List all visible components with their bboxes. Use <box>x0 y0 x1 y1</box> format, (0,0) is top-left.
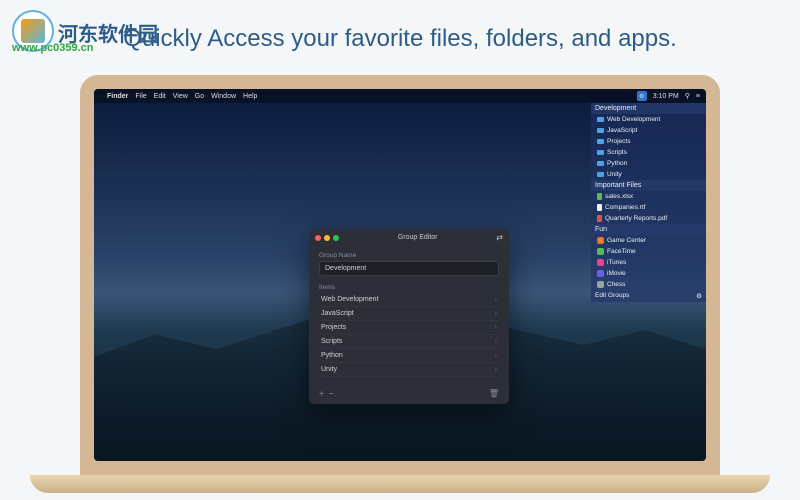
group-header-development[interactable]: Development <box>591 103 706 114</box>
group-editor-window: Group Editor ⇄ Group Name Development It… <box>309 229 509 404</box>
settings-icon[interactable]: ⚙ <box>696 292 702 300</box>
laptop-base <box>30 475 770 493</box>
chevron-right-icon: › <box>495 310 497 317</box>
sidebar-item[interactable]: JavaScript <box>591 125 706 136</box>
quick-access-panel: Development Web Development JavaScript P… <box>591 103 706 302</box>
editor-title: Group Editor <box>339 234 496 241</box>
sidebar-item[interactable]: sales.xlsx <box>591 191 706 202</box>
edit-groups-button[interactable]: Edit Groups <box>595 292 629 300</box>
menubar-app-icon[interactable]: ⚙ <box>637 91 647 101</box>
facetime-icon <box>597 248 604 255</box>
list-item[interactable]: JavaScript› <box>319 307 499 321</box>
folder-icon <box>597 139 604 144</box>
gamecenter-icon <box>597 237 604 244</box>
items-label: Items <box>319 284 499 291</box>
add-item-button[interactable]: + <box>319 389 324 398</box>
menu-help[interactable]: Help <box>243 93 257 100</box>
chess-icon <box>597 281 604 288</box>
chevron-right-icon: › <box>495 296 497 303</box>
sidebar-item[interactable]: Game Center <box>591 235 706 246</box>
spotlight-icon[interactable]: ⚲ <box>685 92 690 100</box>
menubar: Finder File Edit View Go Window Help ⚙ 3… <box>94 89 706 103</box>
list-item[interactable]: Unity› <box>319 363 499 377</box>
group-header-fun[interactable]: Fun <box>591 224 706 235</box>
folder-icon <box>597 172 604 177</box>
desktop-screen: Finder File Edit View Go Window Help ⚙ 3… <box>94 89 706 461</box>
menu-file[interactable]: File <box>135 93 146 100</box>
menu-go[interactable]: Go <box>195 93 204 100</box>
list-item[interactable]: Projects› <box>319 321 499 335</box>
sidebar-item[interactable]: Python <box>591 158 706 169</box>
sidebar-item[interactable]: Unity <box>591 169 706 180</box>
window-traffic-lights[interactable] <box>315 235 339 241</box>
nav-arrows-icon[interactable]: ⇄ <box>496 233 503 242</box>
group-name-label: Group Name <box>319 252 499 259</box>
folder-icon <box>597 150 604 155</box>
sidebar-item[interactable]: Scripts <box>591 147 706 158</box>
sidebar-item[interactable]: iMovie <box>591 268 706 279</box>
sidebar-item[interactable]: Projects <box>591 136 706 147</box>
site-url: www.pc0359.cn <box>12 42 94 54</box>
chevron-right-icon: › <box>495 338 497 345</box>
pdf-icon <box>597 215 602 222</box>
group-name-input[interactable]: Development <box>319 261 499 276</box>
chevron-right-icon: › <box>495 324 497 331</box>
laptop-mockup: Finder File Edit View Go Window Help ⚙ 3… <box>80 75 720 493</box>
sidebar-item[interactable]: iTunes <box>591 257 706 268</box>
list-item[interactable]: Web Development› <box>319 293 499 307</box>
menu-view[interactable]: View <box>173 93 188 100</box>
xlsx-icon <box>597 193 602 200</box>
minimize-icon[interactable] <box>324 235 330 241</box>
remove-item-button[interactable]: − <box>329 389 334 398</box>
menu-window[interactable]: Window <box>211 93 236 100</box>
list-item[interactable]: Python› <box>319 349 499 363</box>
itunes-icon <box>597 259 604 266</box>
menu-edit[interactable]: Edit <box>154 93 166 100</box>
sidebar-item[interactable]: Web Development <box>591 114 706 125</box>
folder-icon <box>597 128 604 133</box>
sidebar-item[interactable]: Companies.rtf <box>591 202 706 213</box>
chevron-right-icon: › <box>495 366 497 373</box>
sidebar-item[interactable]: Quarterly Reports.pdf <box>591 213 706 224</box>
trash-icon[interactable]: 🗑 <box>489 389 499 398</box>
close-icon[interactable] <box>315 235 321 241</box>
notifications-icon[interactable]: ≡ <box>696 93 700 100</box>
folder-icon <box>597 161 604 166</box>
menubar-app[interactable]: Finder <box>107 93 128 100</box>
imovie-icon <box>597 270 604 277</box>
items-list: Web Development› JavaScript› Projects› S… <box>319 293 499 377</box>
list-item[interactable]: Scripts› <box>319 335 499 349</box>
menubar-clock[interactable]: 3:10 PM <box>653 93 679 100</box>
group-header-important[interactable]: Important Files <box>591 180 706 191</box>
folder-icon <box>597 117 604 122</box>
sidebar-item[interactable]: Chess <box>591 279 706 290</box>
chevron-right-icon: › <box>495 352 497 359</box>
sidebar-item[interactable]: FaceTime <box>591 246 706 257</box>
rtf-icon <box>597 204 602 211</box>
